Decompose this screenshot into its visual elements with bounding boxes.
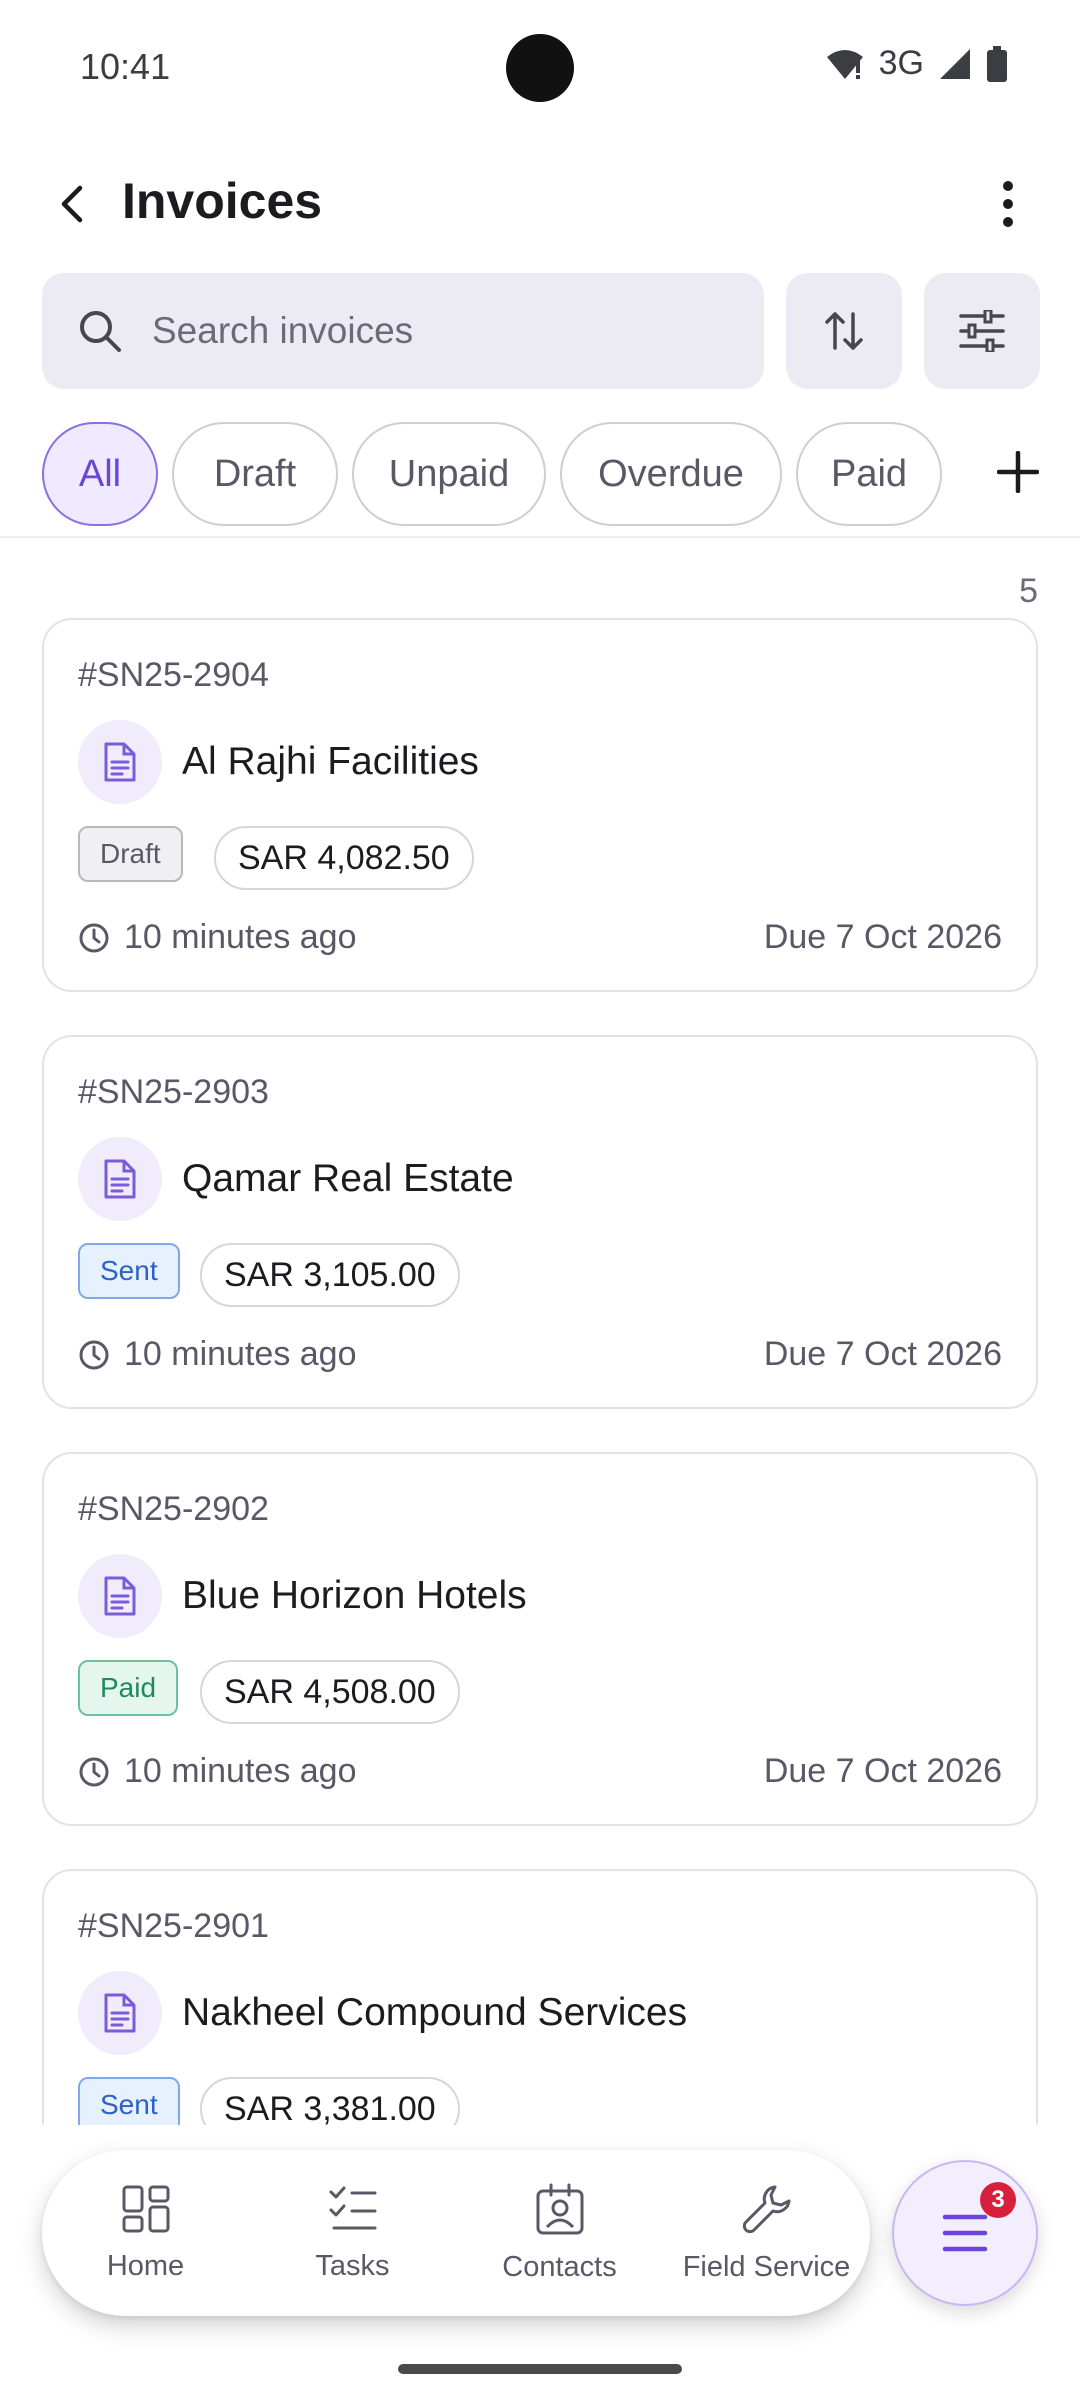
- contact-badge-icon: [536, 2183, 583, 2234]
- invoice-card[interactable]: #SN25-2903 Qamar Real Estate Sent SAR 3,…: [42, 1035, 1038, 1409]
- document-icon: [104, 742, 136, 782]
- document-icon-badge: [78, 1971, 162, 2055]
- nav-field-service[interactable]: Field Service: [663, 2150, 870, 2316]
- battery-icon: [987, 45, 1007, 82]
- nav-label: Tasks: [315, 2249, 390, 2282]
- invoice-number: #SN25-2902: [78, 1490, 269, 1528]
- filter-chips: All Draft Unpaid Overdue Paid: [42, 422, 942, 526]
- document-icon-badge: [78, 720, 162, 804]
- document-icon-badge: [78, 1554, 162, 1638]
- invoice-number: #SN25-2903: [78, 1073, 269, 1111]
- filter-button[interactable]: [924, 273, 1040, 389]
- clock-icon: [79, 1757, 109, 1786]
- add-filter-button[interactable]: [986, 440, 1050, 504]
- invoice-card[interactable]: #SN25-2902 Blue Horizon Hotels Paid SAR …: [42, 1452, 1038, 1826]
- status-badge: Draft: [78, 826, 183, 882]
- clock-icon: [79, 923, 109, 952]
- network-type: 3G: [878, 44, 924, 82]
- amount-chip: SAR 4,082.50: [214, 826, 474, 890]
- camera-cutout: [506, 34, 574, 102]
- home-indicator[interactable]: [398, 2364, 682, 2374]
- amount-chip: SAR 3,381.00: [200, 2077, 460, 2125]
- updated-time: 10 minutes ago: [78, 1335, 357, 1374]
- app-bar: Invoices: [0, 150, 1080, 260]
- tune-sliders-icon: [959, 310, 1005, 352]
- search-box[interactable]: [42, 273, 764, 389]
- chip-all[interactable]: All: [42, 422, 158, 526]
- divider: [0, 536, 1080, 538]
- status-icons: 3G: [825, 44, 1008, 83]
- updated-time: 10 minutes ago: [78, 918, 357, 957]
- invoice-number: #SN25-2904: [78, 656, 269, 694]
- hamburger-menu-icon: [942, 2214, 988, 2252]
- chip-draft[interactable]: Draft: [172, 422, 338, 526]
- chip-overdue[interactable]: Overdue: [560, 422, 782, 526]
- due-date: Due 7 Oct 2026: [763, 918, 1002, 956]
- arrow-back-icon: [61, 185, 83, 223]
- document-icon: [104, 1993, 136, 2033]
- nav-label: Field Service: [682, 2250, 851, 2283]
- status-bar: 10:41 3G: [0, 0, 1080, 130]
- menu-fab[interactable]: 3: [892, 2160, 1038, 2306]
- sort-button[interactable]: [786, 273, 902, 389]
- document-icon-badge: [78, 1137, 162, 1221]
- amount-chip: SAR 4,508.00: [200, 1660, 460, 1724]
- search-icon: [80, 311, 121, 352]
- signal-icon: [940, 48, 970, 79]
- nav-tasks[interactable]: Tasks: [249, 2150, 456, 2316]
- plus-icon: [997, 451, 1039, 493]
- grid-icon: [122, 2185, 169, 2232]
- invoice-list: 5 #SN25-2904 Al Rajhi Facilities Draft S…: [0, 540, 1080, 2125]
- back-button[interactable]: [40, 172, 104, 236]
- more-options-button[interactable]: [976, 172, 1040, 236]
- invoice-number: #SN25-2901: [78, 1907, 269, 1945]
- status-badge: Sent: [78, 1243, 180, 1299]
- more-vert-icon: [1003, 181, 1013, 227]
- notification-badge: 3: [980, 2182, 1016, 2218]
- bottom-navigation: Home Tasks Contacts Field Service: [42, 2150, 870, 2316]
- page-title: Invoices: [122, 173, 323, 229]
- client-name: Blue Horizon Hotels: [182, 1574, 527, 1617]
- chip-unpaid[interactable]: Unpaid: [352, 422, 546, 526]
- document-icon: [104, 1159, 136, 1199]
- status-badge: Sent: [78, 2077, 180, 2125]
- result-count: 5: [1019, 572, 1038, 610]
- chip-paid[interactable]: Paid: [796, 422, 942, 526]
- time-text: 10 minutes ago: [124, 1335, 357, 1373]
- client-name: Al Rajhi Facilities: [182, 740, 479, 783]
- document-icon: [104, 1576, 136, 1616]
- nav-contacts[interactable]: Contacts: [456, 2150, 663, 2316]
- wifi-icon: [826, 49, 863, 79]
- invoice-card[interactable]: #SN25-2901 Nakheel Compound Services Sen…: [42, 1869, 1038, 2125]
- amount-chip: SAR 3,105.00: [200, 1243, 460, 1307]
- search-input[interactable]: [152, 310, 712, 352]
- nav-label: Contacts: [502, 2250, 617, 2283]
- checklist-icon: [329, 2186, 376, 2229]
- updated-time: 10 minutes ago: [78, 1752, 357, 1791]
- invoice-card[interactable]: #SN25-2904 Al Rajhi Facilities Draft SAR…: [42, 618, 1038, 992]
- client-name: Qamar Real Estate: [182, 1157, 514, 1200]
- wrench-icon: [742, 2185, 790, 2233]
- nav-label: Home: [106, 2249, 185, 2282]
- nav-home[interactable]: Home: [42, 2150, 249, 2316]
- clock-icon: [79, 1340, 109, 1369]
- status-badge: Paid: [78, 1660, 179, 1716]
- due-date: Due 7 Oct 2026: [763, 1335, 1002, 1373]
- status-time: 10:41: [80, 46, 171, 87]
- time-text: 10 minutes ago: [124, 918, 357, 956]
- client-name: Nakheel Compound Services: [182, 1991, 688, 2034]
- sort-arrows-icon: [825, 312, 863, 350]
- time-text: 10 minutes ago: [124, 1752, 357, 1790]
- due-date: Due 7 Oct 2026: [763, 1752, 1002, 1790]
